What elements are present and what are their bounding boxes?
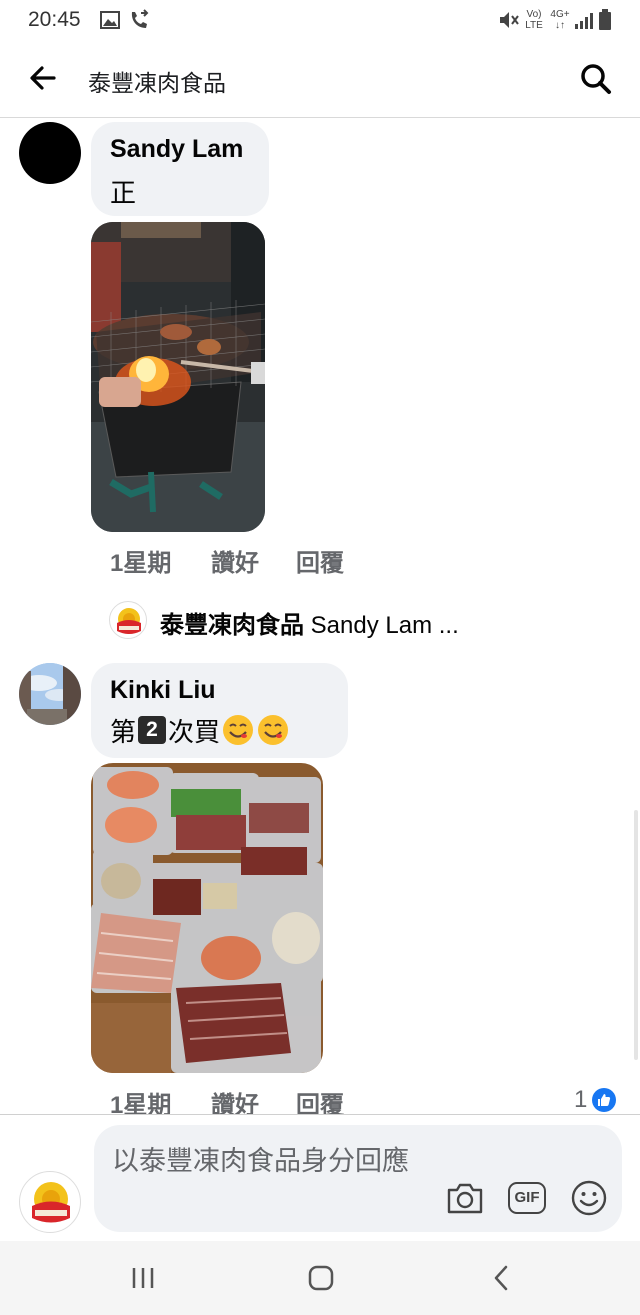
volte-top-label: Vo) <box>526 9 542 20</box>
page-avatar <box>19 1171 81 1233</box>
comment-text: 第 2 次買 <box>110 714 290 747</box>
reaction-summary[interactable]: 1 <box>574 1085 617 1115</box>
gif-icon[interactable]: GIF <box>508 1182 546 1214</box>
smiling-face-icon <box>223 715 254 745</box>
page-title: 泰豐凍肉食品 <box>88 70 226 96</box>
volte-bottom-label: LTE <box>525 20 543 31</box>
back-arrow-icon[interactable] <box>30 66 56 90</box>
camera-icon[interactable] <box>446 1181 484 1215</box>
status-time: 20:45 <box>28 8 81 31</box>
system-nav-bar <box>0 1241 640 1315</box>
page-avatar[interactable] <box>109 601 147 639</box>
4g-icon: 4G+ ↓↑ <box>550 9 570 31</box>
status-bar: 20:45 Vo) LTE 4G+ ↓↑ <box>0 0 640 40</box>
recent-apps-icon[interactable] <box>130 1265 156 1291</box>
comment-time: 1星期 <box>110 550 172 577</box>
comment-actions: 1星期 讚好 回覆 <box>110 1085 410 1119</box>
network-type-label: 4G+ <box>550 9 570 20</box>
avatar[interactable] <box>19 122 81 184</box>
image-icon <box>100 11 120 29</box>
like-button[interactable]: 讚好 <box>211 543 259 578</box>
comment-text-suffix: 次買 <box>168 716 221 747</box>
emoji-icon[interactable] <box>571 1180 607 1216</box>
signal-icon <box>575 13 593 29</box>
call-forward-icon <box>131 9 149 28</box>
comment-text-prefix: 第 <box>110 716 137 747</box>
volte-icon: Vo) LTE <box>523 9 545 31</box>
comment-author[interactable]: Kinki Liu <box>110 676 216 705</box>
comment-input-placeholder: 以泰豐凍肉食品身分回應 <box>112 1146 409 1176</box>
scrollbar[interactable] <box>634 810 638 1060</box>
page-header: 泰豐凍肉食品 <box>0 40 640 118</box>
back-nav-icon[interactable] <box>489 1265 515 1291</box>
avatar[interactable] <box>19 663 81 725</box>
comment-text: 正 <box>110 178 137 208</box>
comment-author[interactable]: Sandy Lam <box>110 135 243 164</box>
comment-input[interactable]: 以泰豐凍肉食品身分回應 GIF <box>94 1125 622 1232</box>
mute-icon <box>500 12 519 28</box>
battery-icon <box>599 9 611 30</box>
comment-composer: 以泰豐凍肉食品身分回應 GIF <box>0 1114 640 1241</box>
reply-page-name: 泰豐凍肉食品 <box>160 612 304 639</box>
reaction-count: 1 <box>574 1086 588 1113</box>
comment-actions: 1星期 讚好 回覆 <box>110 543 410 578</box>
like-reaction-icon <box>592 1088 617 1112</box>
frozen-meat-photo[interactable] <box>91 763 323 1073</box>
home-icon[interactable] <box>308 1265 334 1291</box>
comment-bubble: Sandy Lam 正 <box>91 122 269 216</box>
search-icon[interactable] <box>580 63 612 95</box>
reply-preview[interactable]: 泰豐凍肉食品 Sandy Lam ... <box>160 605 459 645</box>
reply-button[interactable]: 回覆 <box>296 543 344 578</box>
smiling-face-icon <box>258 715 289 745</box>
comment-bubble: Kinki Liu 第 2 次買 <box>91 663 348 758</box>
bbq-grill-photo[interactable] <box>91 222 265 532</box>
number-badge: 2 <box>138 716 167 744</box>
reply-preview-text: Sandy Lam ... <box>310 612 459 639</box>
